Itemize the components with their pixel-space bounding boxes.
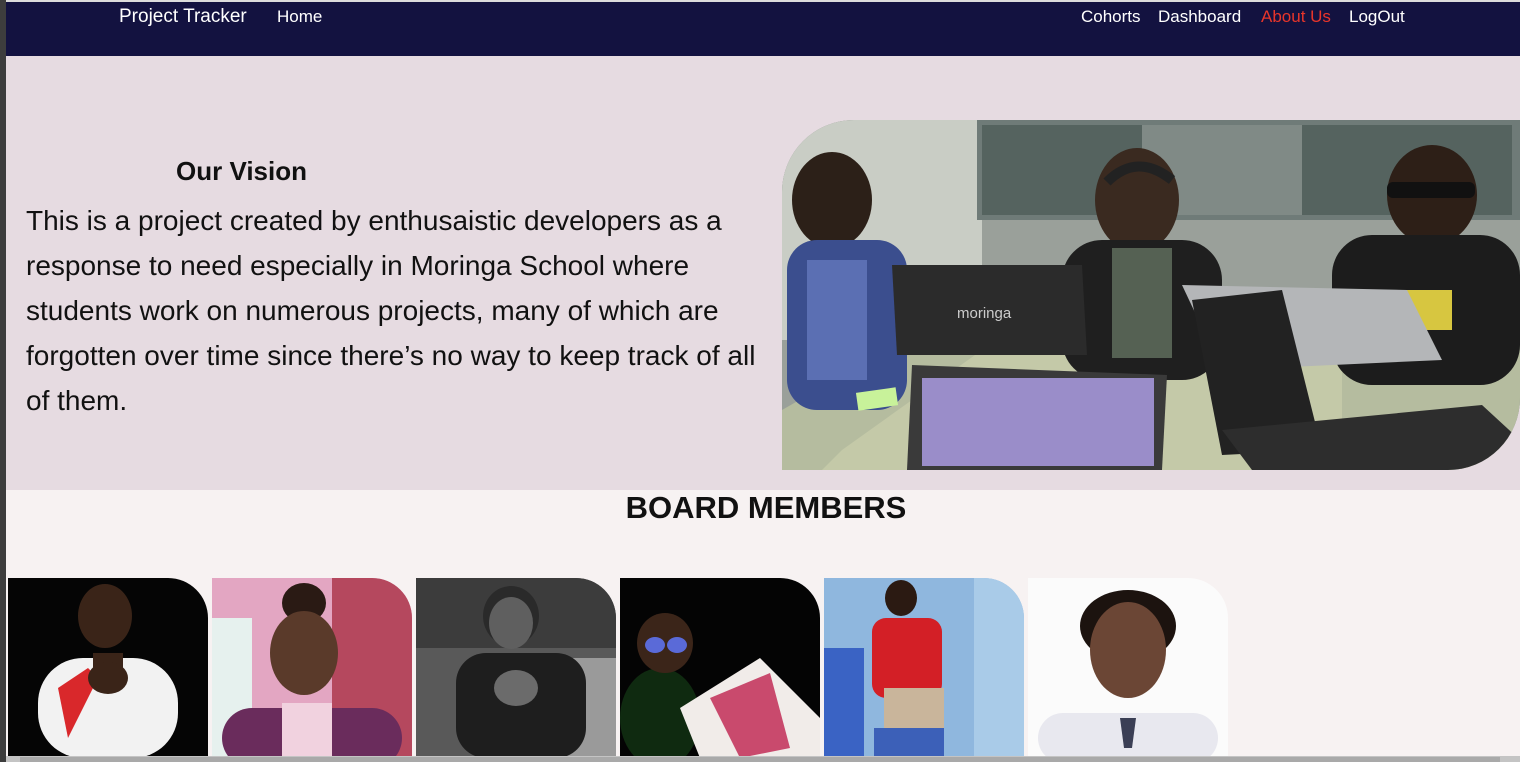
page: Project Tracker Home Cohorts Dashboard A…	[0, 0, 1520, 762]
nav-home-link[interactable]: Home	[277, 7, 322, 27]
vision-text: This is a project created by enthusaisti…	[26, 205, 756, 416]
vision-section: Our Vision This is a project created by …	[6, 56, 1520, 490]
member-photo-3-icon	[416, 578, 616, 758]
nav-about-link[interactable]: About Us	[1261, 7, 1331, 27]
member-photo-4	[620, 578, 820, 758]
laptop-logo: moringa	[957, 305, 1012, 322]
team-photo-icon: moringa	[782, 120, 1520, 470]
board-title: BOARD MEMBERS	[625, 490, 907, 525]
member-photo-2-icon	[212, 578, 412, 758]
member-photo-4-icon	[620, 578, 820, 758]
member-photo-3	[416, 578, 616, 758]
vision-title: Our Vision	[176, 156, 307, 186]
member-photo-5	[824, 578, 1024, 758]
nav-cohorts-link[interactable]: Cohorts	[1081, 7, 1141, 27]
member-photo-2	[212, 578, 412, 758]
navbar: Project Tracker Home Cohorts Dashboard A…	[6, 2, 1520, 56]
team-photo: moringa	[782, 120, 1520, 470]
nav-dashboard-link[interactable]: Dashboard	[1158, 7, 1241, 27]
member-photo-1	[8, 578, 208, 758]
brand-link[interactable]: Project Tracker	[119, 6, 247, 28]
window-left-edge	[0, 0, 6, 762]
nav-logout-link[interactable]: LogOut	[1349, 7, 1405, 27]
member-photo-5-icon	[824, 578, 1024, 758]
horizontal-scrollbar-thumb[interactable]	[20, 757, 1500, 762]
member-photo-6	[1028, 578, 1228, 758]
member-photo-1-icon	[8, 578, 208, 758]
member-photo-6-icon	[1028, 578, 1228, 758]
